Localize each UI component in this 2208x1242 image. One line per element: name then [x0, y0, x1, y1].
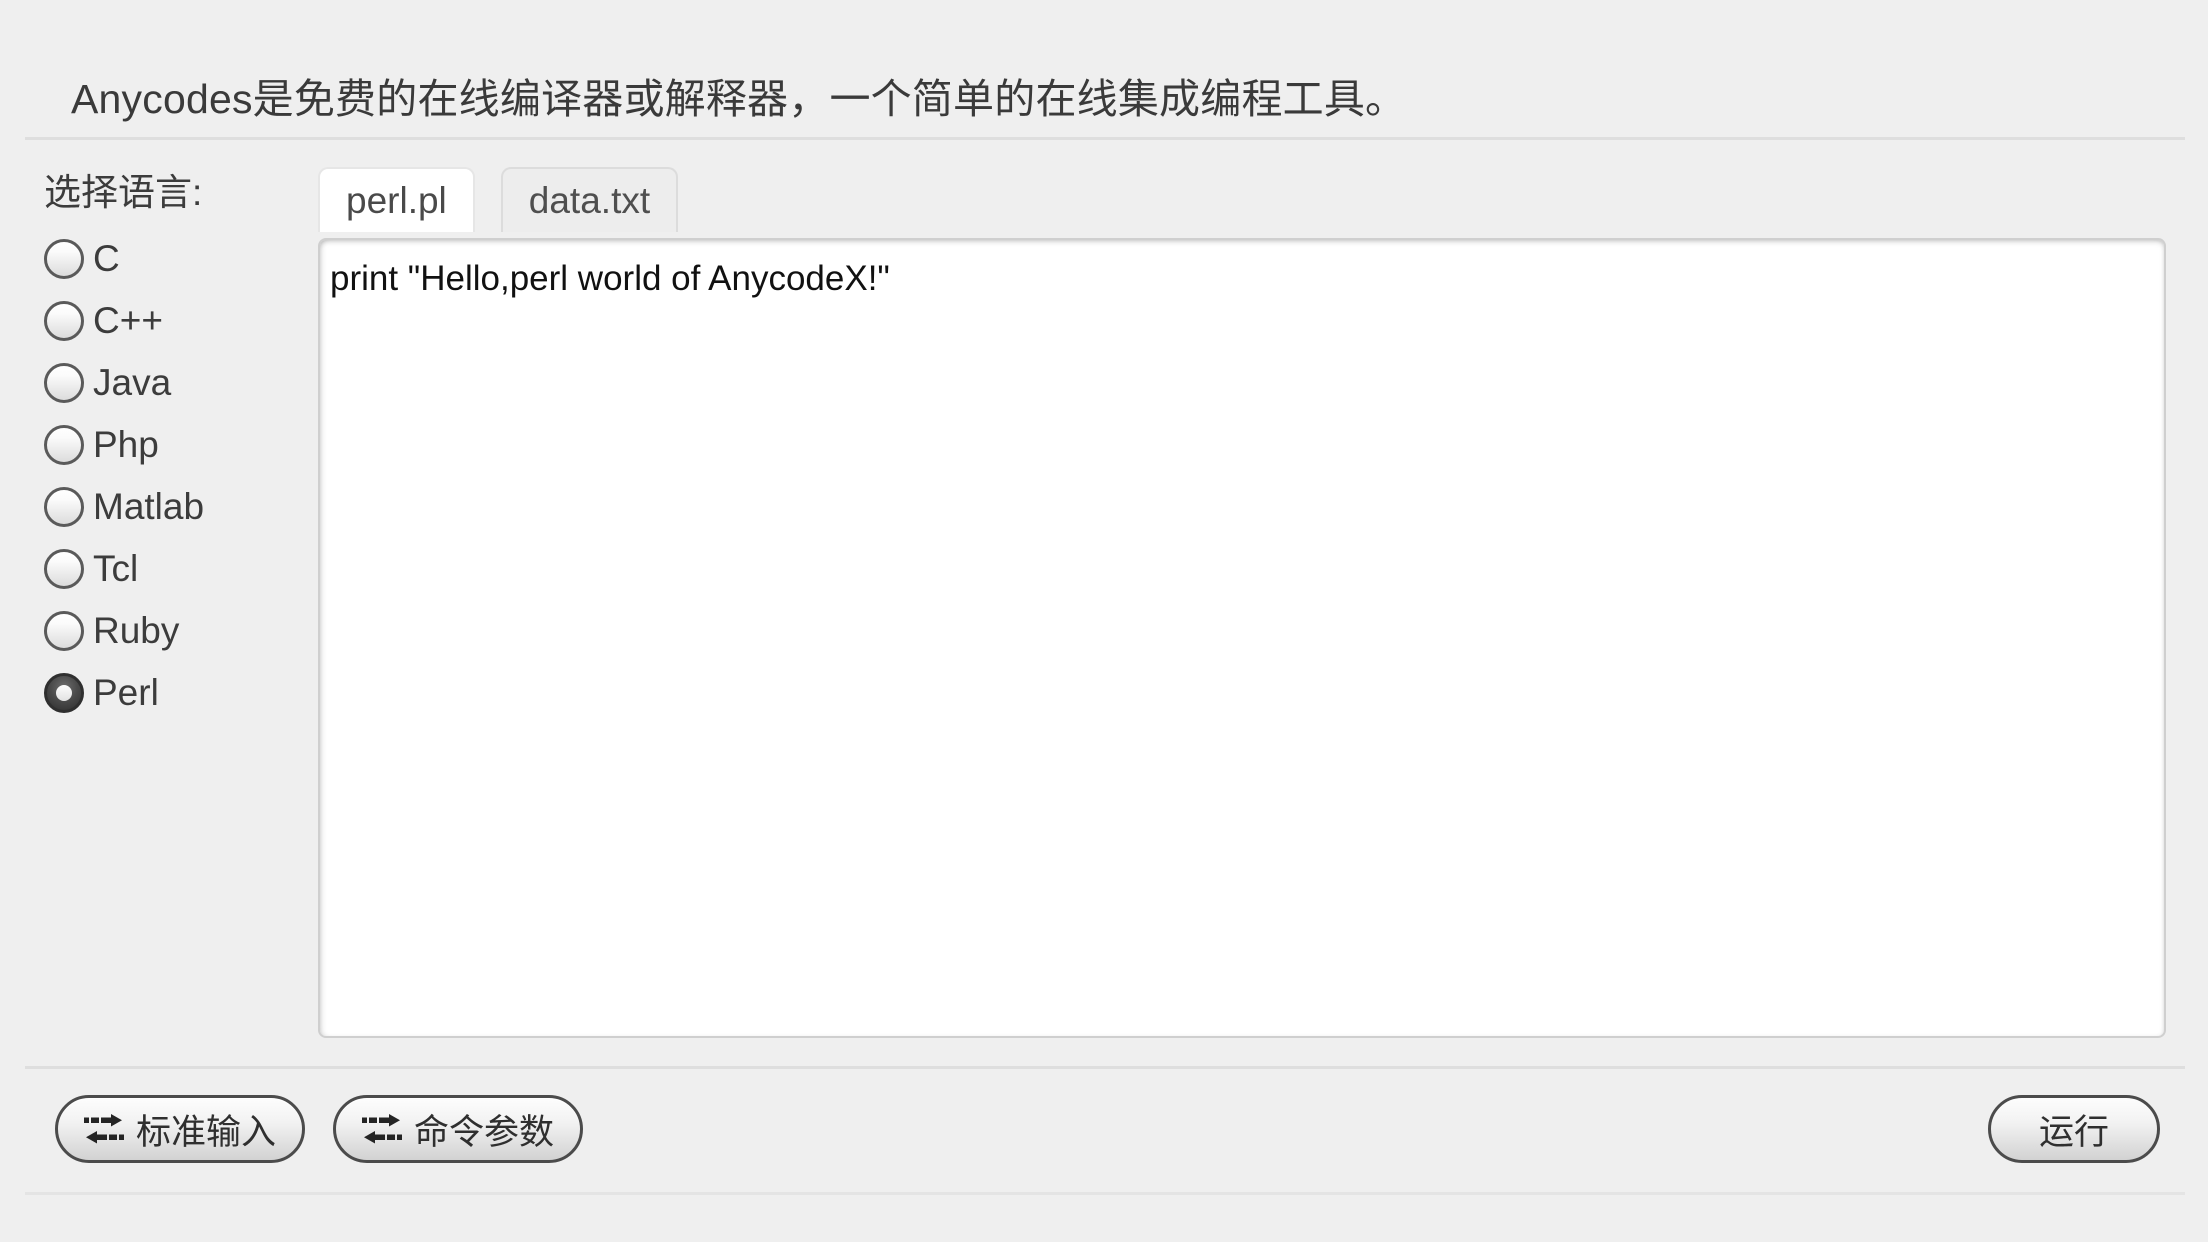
- toolbar-divider-bottom: [25, 1192, 2185, 1195]
- stdin-button-label: 标准输入: [136, 1112, 277, 1152]
- radio-label: Tcl: [93, 548, 139, 589]
- language-selector-panel: 选择语言: C C++ Java Php Matlab Tcl Ruby Per…: [44, 170, 304, 724]
- stdin-button[interactable]: 标准输入: [55, 1095, 306, 1163]
- radio-option-ruby[interactable]: Ruby: [44, 600, 304, 662]
- radio-label: Java: [93, 362, 172, 403]
- language-selector-label: 选择语言:: [44, 172, 203, 213]
- run-button[interactable]: 运行: [1988, 1095, 2160, 1163]
- header-bar: Anycodes是免费的在线编译器或解释器，一个简单的在线集成编程工具。: [25, 22, 2185, 138]
- radio-option-cpp[interactable]: C++: [44, 290, 304, 352]
- page-title: Anycodes是免费的在线编译器或解释器，一个简单的在线集成编程工具。: [71, 76, 1407, 122]
- tab-data-txt[interactable]: data.txt: [500, 167, 679, 232]
- radio-label: C: [93, 238, 120, 279]
- radio-option-matlab[interactable]: Matlab: [44, 476, 304, 538]
- radio-label: Ruby: [93, 610, 180, 651]
- radio-circle-icon[interactable]: [44, 363, 84, 403]
- tab-perl-pl[interactable]: perl.pl: [318, 167, 475, 232]
- radio-label: Matlab: [93, 486, 205, 527]
- bottom-toolbar: 标准输入 命令参数: [55, 1095, 584, 1163]
- file-tab-bar: perl.pl data.txt: [318, 167, 679, 232]
- radio-label: Perl: [93, 672, 159, 713]
- radio-circle-icon[interactable]: [44, 549, 84, 589]
- radio-label: C++: [93, 300, 163, 341]
- radio-circle-selected-icon[interactable]: [44, 673, 84, 713]
- radio-option-java[interactable]: Java: [44, 352, 304, 414]
- transfer-arrows-icon: [84, 1114, 124, 1144]
- code-editor[interactable]: print "Hello,perl world of AnycodeX!": [318, 238, 2166, 1038]
- command-args-button[interactable]: 命令参数: [333, 1095, 584, 1163]
- header-divider-bottom: [25, 137, 2185, 140]
- command-args-button-label: 命令参数: [414, 1112, 555, 1152]
- toolbar-divider-top: [25, 1066, 2185, 1069]
- radio-circle-icon[interactable]: [44, 487, 84, 527]
- radio-circle-icon[interactable]: [44, 301, 84, 341]
- radio-option-php[interactable]: Php: [44, 414, 304, 476]
- radio-circle-icon[interactable]: [44, 239, 84, 279]
- radio-option-c[interactable]: C: [44, 228, 304, 290]
- radio-label: Php: [93, 424, 159, 465]
- radio-circle-icon[interactable]: [44, 425, 84, 465]
- transfer-arrows-icon: [362, 1114, 403, 1144]
- radio-option-tcl[interactable]: Tcl: [44, 538, 304, 600]
- radio-circle-icon[interactable]: [44, 611, 84, 651]
- radio-option-perl[interactable]: Perl: [44, 662, 304, 724]
- app-root: Anycodes是免费的在线编译器或解释器，一个简单的在线集成编程工具。 选择语…: [0, 0, 2208, 1242]
- code-editor-content[interactable]: print "Hello,perl world of AnycodeX!": [330, 257, 890, 301]
